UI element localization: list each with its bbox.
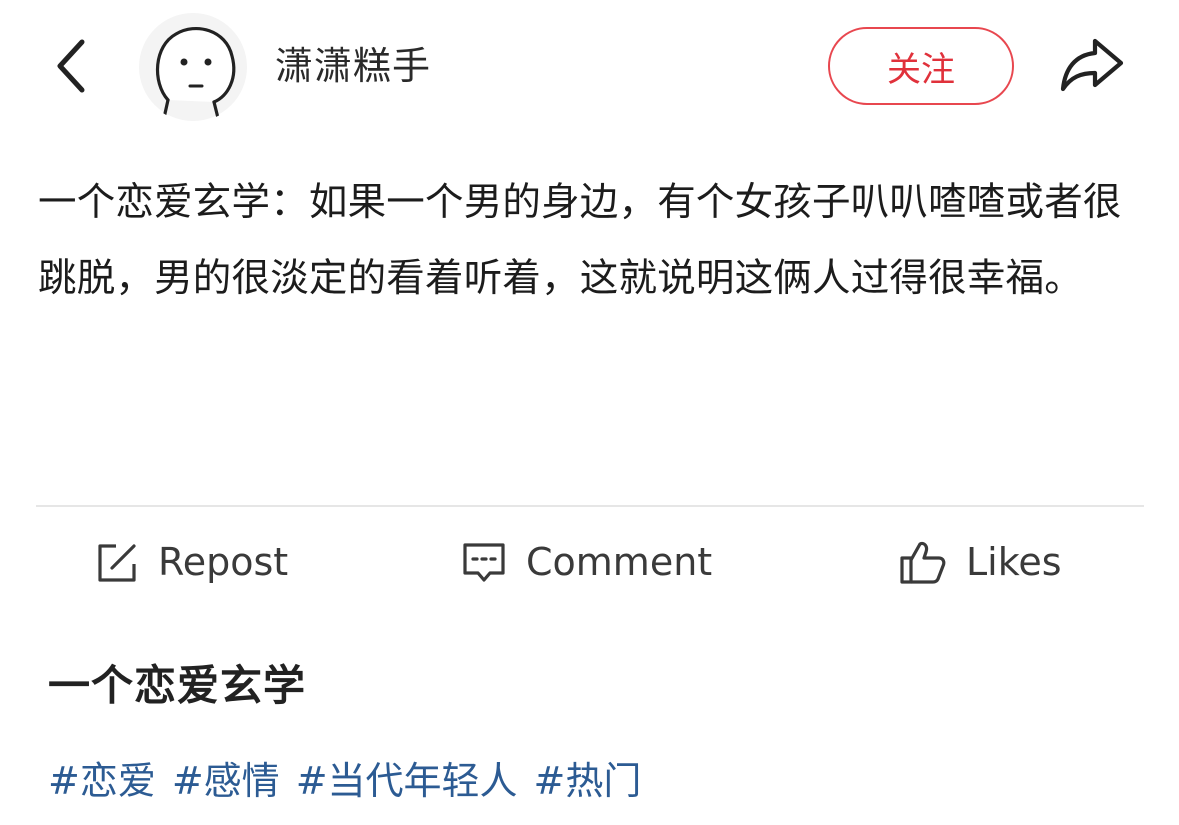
comment-button[interactable]: Comment — [460, 530, 712, 594]
tag-love[interactable]: #恋爱 — [48, 750, 156, 805]
repost-button[interactable]: Repost — [94, 530, 288, 594]
tag-list: #恋爱 #感情 #当代年轻人 #热门 — [48, 750, 657, 805]
thumbs-up-icon — [900, 541, 946, 584]
topic-title: 一个恋爱玄学 — [48, 661, 307, 710]
username[interactable]: 潇潇糕手 — [275, 44, 431, 88]
divider — [36, 505, 1144, 507]
smiley-face-avatar-icon — [139, 13, 247, 121]
tag-trending[interactable]: #热门 — [534, 750, 642, 805]
avatar[interactable] — [138, 12, 248, 122]
tag-feelings[interactable]: #感情 — [172, 750, 280, 805]
likes-label: Likes — [966, 540, 1062, 584]
share-arrow-icon — [1060, 38, 1124, 92]
comment-bubble-icon — [463, 543, 505, 582]
share-button[interactable] — [1052, 30, 1132, 100]
tag-young-people[interactable]: #当代年轻人 — [296, 750, 518, 805]
repost-label: Repost — [158, 540, 289, 584]
comment-label: Comment — [526, 540, 713, 584]
back-button[interactable] — [44, 34, 100, 98]
likes-button[interactable]: Likes — [898, 530, 1062, 594]
edit-square-icon — [98, 544, 136, 582]
post-content: 一个恋爱玄学：如果一个男的身边，有个女孩子叭叭喳喳或者很跳脱，男的很淡定的看着听… — [38, 180, 1122, 301]
follow-button[interactable]: 关注 — [828, 27, 1014, 105]
top-bar: 潇潇糕手 关注 — [0, 0, 1179, 130]
chevron-left-icon — [57, 39, 85, 93]
